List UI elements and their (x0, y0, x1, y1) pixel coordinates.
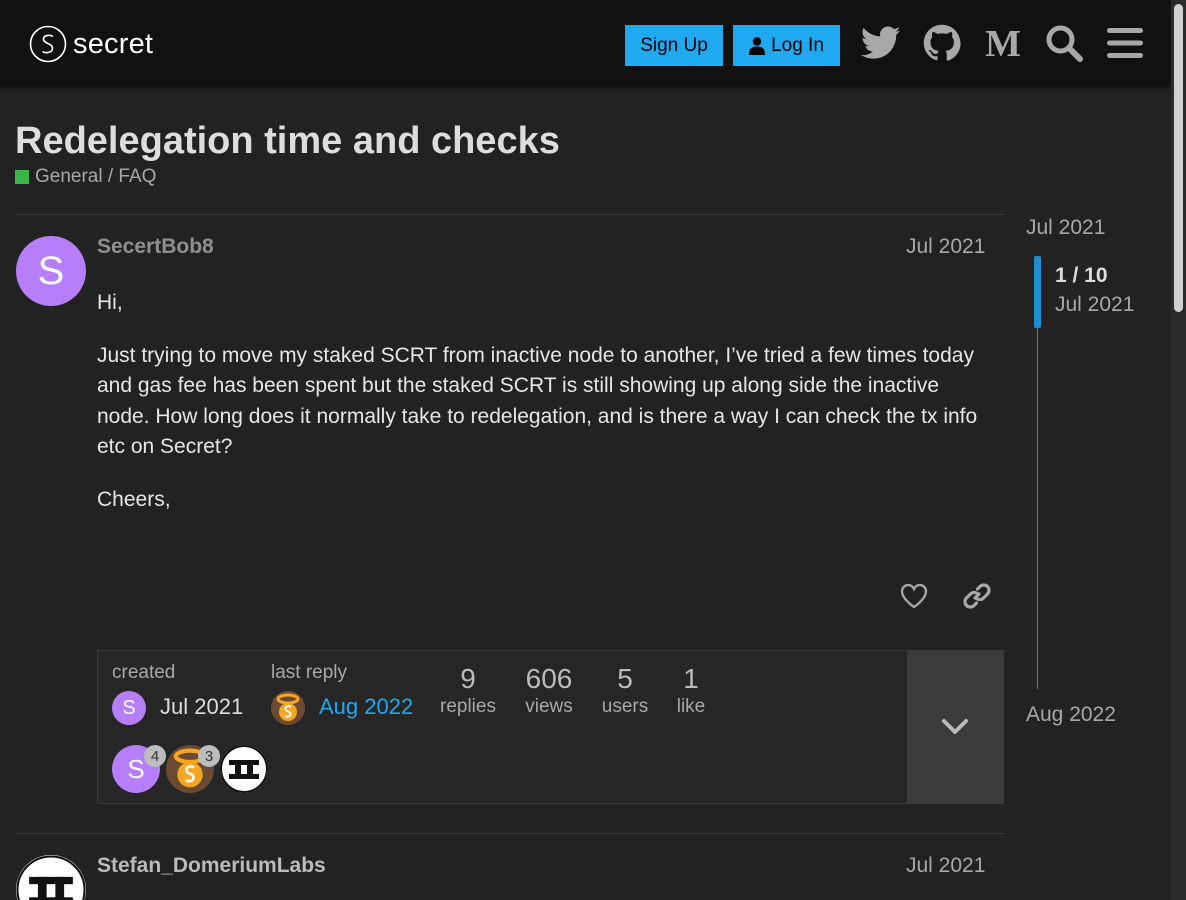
last-reply-label: last reply (271, 662, 348, 683)
created-label: created (112, 662, 176, 683)
users-label: users (601, 696, 649, 717)
likes-label: like (676, 696, 706, 717)
post-date[interactable]: Jul 2021 (906, 854, 985, 878)
post-username[interactable]: Stefan_DomeriumLabs (97, 854, 326, 878)
replies-label: replies (440, 696, 496, 717)
likes-count: 1 (683, 663, 699, 694)
post-date[interactable]: Jul 2021 (906, 235, 985, 259)
created-avatar[interactable]: S (112, 691, 146, 725)
divider (15, 214, 1004, 215)
log-in-button[interactable]: Log In (733, 25, 840, 66)
avatar-letter: S (37, 248, 65, 293)
timeline-start-date[interactable]: Jul 2021 (1026, 216, 1105, 240)
timeline-position: 1 / 10 (1055, 264, 1108, 287)
participant-post-count: 4 (144, 745, 166, 767)
user-icon (749, 36, 766, 55)
topic-title[interactable]: Redelegation time and checks (15, 120, 560, 163)
share-link-icon[interactable] (960, 579, 994, 613)
avatar-letter: S (127, 753, 145, 784)
timeline-end-date[interactable]: Aug 2022 (1026, 703, 1116, 727)
views-label: views (525, 696, 573, 717)
post-body: Hi, Just trying to move my staked SCRT f… (97, 288, 992, 537)
twitter-icon[interactable] (861, 22, 901, 64)
hamburger-menu-icon[interactable] (1105, 22, 1145, 64)
timeline-position-date: Jul 2021 (1055, 293, 1135, 316)
category-color-swatch (15, 170, 29, 184)
last-reply-avatar[interactable] (271, 691, 305, 725)
page-scrollbar[interactable] (1171, 0, 1186, 900)
secret-logo-icon (29, 25, 67, 63)
sign-up-button[interactable]: Sign Up (625, 25, 723, 66)
post-paragraph: Just trying to move my staked SCRT from … (97, 343, 978, 459)
avatar-letter: S (122, 696, 136, 719)
site-header: secret Sign Up Log In M (0, 0, 1171, 86)
participant-post-count: 3 (198, 745, 220, 767)
search-icon[interactable] (1044, 22, 1084, 64)
views-count: 606 (525, 663, 573, 694)
log-in-label: Log In (771, 34, 824, 56)
last-reply-date[interactable]: Aug 2022 (319, 694, 413, 720)
medium-icon[interactable]: M (983, 22, 1023, 64)
chevron-down-icon (942, 719, 968, 734)
users-count: 5 (617, 663, 633, 694)
category-label: General / FAQ (35, 166, 157, 187)
replies-count: 9 (460, 663, 476, 694)
scrollbar-thumb[interactable] (1174, 4, 1183, 312)
created-date: Jul 2021 (160, 694, 244, 719)
like-heart-icon[interactable] (897, 579, 931, 613)
post-paragraph: Cheers, (97, 487, 171, 511)
participant-avatar[interactable] (220, 745, 268, 793)
github-icon[interactable] (922, 22, 962, 64)
svg-text:M: M (985, 26, 1021, 60)
timeline-scroller-handle[interactable] (1034, 256, 1041, 328)
avatar[interactable] (16, 855, 86, 900)
avatar[interactable]: S (16, 236, 86, 306)
expand-topic-map-button[interactable] (907, 651, 1003, 803)
secret-logo[interactable]: secret (29, 24, 153, 64)
divider (15, 833, 1004, 834)
post-paragraph: Hi, (97, 291, 123, 314)
logo-text: secret (73, 27, 154, 60)
domerium-logo-icon (16, 855, 86, 900)
post-username[interactable]: SecertBob8 (97, 235, 214, 259)
topic-map: created S Jul 2021 last reply Aug 2022 9… (97, 650, 1004, 804)
angel-secret-icon (271, 691, 305, 725)
category-link[interactable]: General / FAQ (15, 166, 156, 188)
sign-up-label: Sign Up (640, 34, 708, 56)
domerium-logo-icon (220, 745, 268, 793)
